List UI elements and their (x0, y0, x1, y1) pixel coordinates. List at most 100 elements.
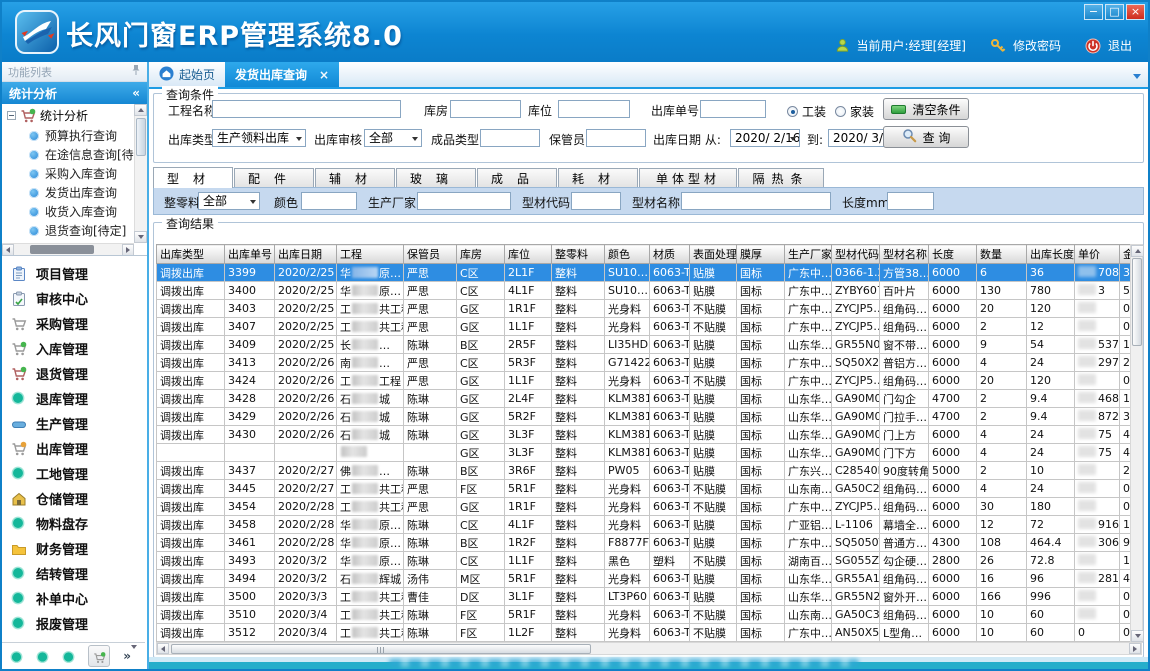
cell-len[interactable]: 6000 (929, 354, 977, 372)
material-tab-7[interactable]: 单体型材 (639, 168, 737, 188)
cell-keeper[interactable]: 严思 (404, 480, 457, 498)
material-tab-5[interactable]: 成品 (477, 168, 557, 188)
table-row[interactable]: 调拨出库34292020/2/26石城陈琳G区5R2F整料KLM38176063… (157, 408, 1132, 426)
cell-mfr[interactable]: 广东中… (785, 354, 832, 372)
cell-name[interactable]: 组角码… (880, 606, 929, 624)
cell-type[interactable]: 调拨出库 (157, 426, 225, 444)
clear-button[interactable]: 清空条件 (883, 98, 969, 120)
cell-proj[interactable]: 华原… (337, 282, 404, 300)
cart-toolbar-button[interactable] (88, 645, 110, 667)
cell-date[interactable]: 2020/2/28 (275, 498, 337, 516)
cell-proj[interactable]: 南… (337, 354, 404, 372)
table-row[interactable]: 调拨出库34242020/2/26工工程严思G区1L1F整料光身料6063-T5… (157, 372, 1132, 390)
cell-qty[interactable]: 4 (977, 444, 1027, 462)
cell-keeper[interactable]: 陈琳 (404, 534, 457, 552)
manufacturer-input[interactable] (417, 192, 511, 210)
cell-qty[interactable]: 20 (977, 372, 1027, 390)
column-header[interactable]: 整零料 (552, 245, 605, 264)
cell-loc[interactable]: 5R3F (505, 354, 552, 372)
cell-price[interactable]: 537 (1075, 336, 1120, 354)
cell-qty[interactable]: 26 (977, 552, 1027, 570)
sidebar-item[interactable]: 结转管理 (2, 561, 147, 586)
cell-qty[interactable]: 4 (977, 354, 1027, 372)
cell-no[interactable]: 3429 (225, 408, 275, 426)
cell-keeper[interactable]: 严思 (404, 372, 457, 390)
cell-surf[interactable]: 贴膜 (690, 444, 737, 462)
cell-price[interactable]: 306 (1075, 534, 1120, 552)
minimize-button[interactable]: − (1084, 4, 1103, 20)
cell-mfr[interactable]: 广东中… (785, 498, 832, 516)
collapse-icon[interactable]: « (132, 86, 140, 100)
cell-proj[interactable]: 工共工程 (337, 588, 404, 606)
cell-no[interactable]: 3399 (225, 264, 275, 282)
cell-code[interactable]: ZYCJP5… (832, 498, 880, 516)
cell-film[interactable]: 国标 (737, 498, 785, 516)
cell-loc[interactable]: 1R2F (505, 534, 552, 552)
cell-color[interactable]: SU10… (605, 282, 650, 300)
cell-name[interactable]: L型角… (880, 624, 929, 642)
cell-date[interactable]: 2020/2/27 (275, 480, 337, 498)
cell-mat[interactable]: 6063-T5 (650, 372, 690, 390)
cell-type[interactable]: 调拨出库 (157, 336, 225, 354)
cell-surf[interactable]: 贴膜 (690, 336, 737, 354)
cell-color[interactable]: 光身料 (605, 480, 650, 498)
cell-type[interactable]: 调拨出库 (157, 318, 225, 336)
cell-whole[interactable]: 整料 (552, 462, 605, 480)
cell-len[interactable]: 6000 (929, 606, 977, 624)
cell-outlen[interactable]: 24 (1027, 444, 1075, 462)
cell-date[interactable]: 2020/2/25 (275, 336, 337, 354)
cell-proj[interactable]: 工共工程 (337, 300, 404, 318)
table-row[interactable]: G区3L3F整料KLM38176063-T5贴膜国标山东华…GA90M09.门下… (157, 444, 1132, 462)
cell-color[interactable]: 光身料 (605, 516, 650, 534)
cell-len[interactable]: 6000 (929, 264, 977, 282)
cell-date[interactable]: 2020/2/28 (275, 516, 337, 534)
cell-whole[interactable]: 整料 (552, 498, 605, 516)
cell-outlen[interactable]: 180 (1027, 498, 1075, 516)
cell-whole[interactable]: 整料 (552, 372, 605, 390)
cell-outlen[interactable]: 10 (1027, 462, 1075, 480)
cell-whole[interactable]: 整料 (552, 534, 605, 552)
cell-outlen[interactable]: 120 (1027, 372, 1075, 390)
sidebar-item[interactable]: 工地管理 (2, 461, 147, 486)
cell-keeper[interactable]: 严思 (404, 282, 457, 300)
cell-date[interactable]: 2020/2/25 (275, 300, 337, 318)
column-header[interactable]: 颜色 (605, 245, 650, 264)
cell-surf[interactable]: 不贴膜 (690, 606, 737, 624)
cell-mat[interactable]: 6063-T5 (650, 444, 690, 462)
cell-color[interactable]: KLM3817 (605, 408, 650, 426)
cell-no[interactable]: 3437 (225, 462, 275, 480)
column-header[interactable]: 膜厚 (737, 245, 785, 264)
cell-price[interactable] (1075, 462, 1120, 480)
scroll-down-icon[interactable] (134, 231, 147, 243)
cell-loc[interactable]: 5R2F (505, 408, 552, 426)
cell-mfr[interactable]: 山东华… (785, 588, 832, 606)
cell-film[interactable]: 国标 (737, 354, 785, 372)
pin-icon[interactable] (131, 64, 141, 79)
cell-price[interactable]: 2972 (1075, 354, 1120, 372)
cell-mat[interactable]: 6063-T5 (650, 516, 690, 534)
cell-price[interactable] (1075, 372, 1120, 390)
scroll-thumb[interactable] (1132, 258, 1142, 346)
cell-surf[interactable]: 不贴膜 (690, 372, 737, 390)
cell-price[interactable]: 3 (1075, 282, 1120, 300)
tree-item[interactable]: 预算执行查询 (2, 126, 134, 145)
circle-icon[interactable] (10, 650, 23, 663)
cell-whole[interactable]: 整料 (552, 444, 605, 462)
tree-vertical-scroll[interactable] (134, 104, 147, 243)
project-name-input[interactable] (212, 100, 401, 118)
scroll-up-icon[interactable] (134, 104, 147, 116)
cell-mfr[interactable]: 山东华… (785, 570, 832, 588)
cell-type[interactable]: 调拨出库 (157, 570, 225, 588)
cell-len[interactable]: 6000 (929, 444, 977, 462)
cell-surf[interactable]: 不贴膜 (690, 498, 737, 516)
radio-gongzhuang[interactable]: 工装 (787, 103, 826, 120)
cell-loc[interactable]: 4L1F (505, 282, 552, 300)
cell-price[interactable]: 0 (1075, 624, 1120, 642)
cell-code[interactable]: GA90M07. (832, 408, 880, 426)
material-tab-4[interactable]: 玻璃 (396, 168, 476, 188)
cell-price[interactable]: 916 (1075, 516, 1120, 534)
cell-len[interactable]: 6000 (929, 336, 977, 354)
column-header[interactable]: 库位 (505, 245, 552, 264)
cell-no[interactable]: 3413 (225, 354, 275, 372)
table-vertical-scroll[interactable] (1130, 244, 1143, 643)
